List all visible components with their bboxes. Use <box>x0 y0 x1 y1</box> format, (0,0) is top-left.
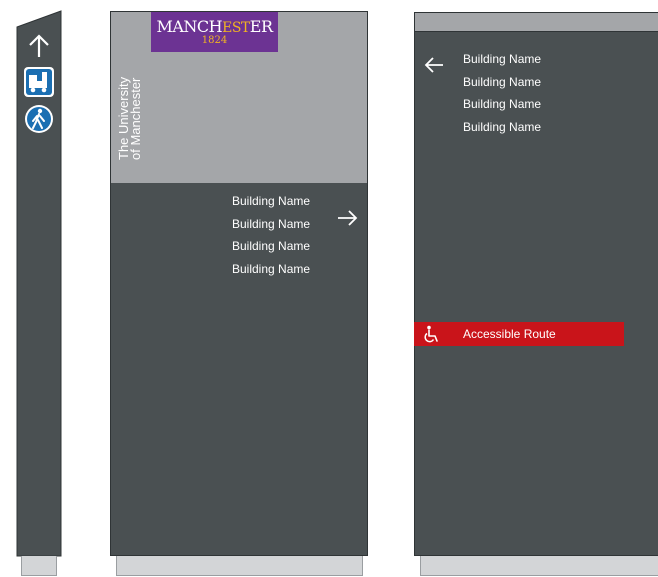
destination-item: Building Name <box>232 194 311 208</box>
destination-item: Building Name <box>232 216 311 231</box>
destination-item: Building Name <box>463 120 542 135</box>
directional-sign-base <box>420 556 658 576</box>
vehicle-access-icon <box>24 67 54 97</box>
destination-item: Building Name <box>232 262 311 277</box>
directional-sign-header <box>415 13 658 32</box>
logo-year: 1824 <box>201 35 228 46</box>
pedestrian-icon <box>25 105 53 133</box>
left-arrow-icon <box>424 57 443 73</box>
logo-wordmark: MANCHESTER <box>156 17 273 36</box>
totem-base <box>21 556 57 576</box>
university-name-line2: of Manchester <box>128 77 143 160</box>
accessible-route-label: Accessible Route <box>463 327 556 341</box>
university-sign-base <box>116 556 363 576</box>
university-name: The University of Manchester <box>116 0 143 160</box>
destination-item: Building Name <box>463 52 542 66</box>
right-destination-list: Building Name Building Name Building Nam… <box>463 48 541 139</box>
destination-item: Building Name <box>463 97 542 112</box>
totem-sign <box>16 10 62 557</box>
wheelchair-icon <box>424 325 438 343</box>
right-arrow-icon <box>338 210 358 226</box>
center-destination-list: Building Name Building Name Building Nam… <box>232 190 310 281</box>
destination-item: Building Name <box>463 74 542 89</box>
destination-item: Building Name <box>232 239 311 254</box>
